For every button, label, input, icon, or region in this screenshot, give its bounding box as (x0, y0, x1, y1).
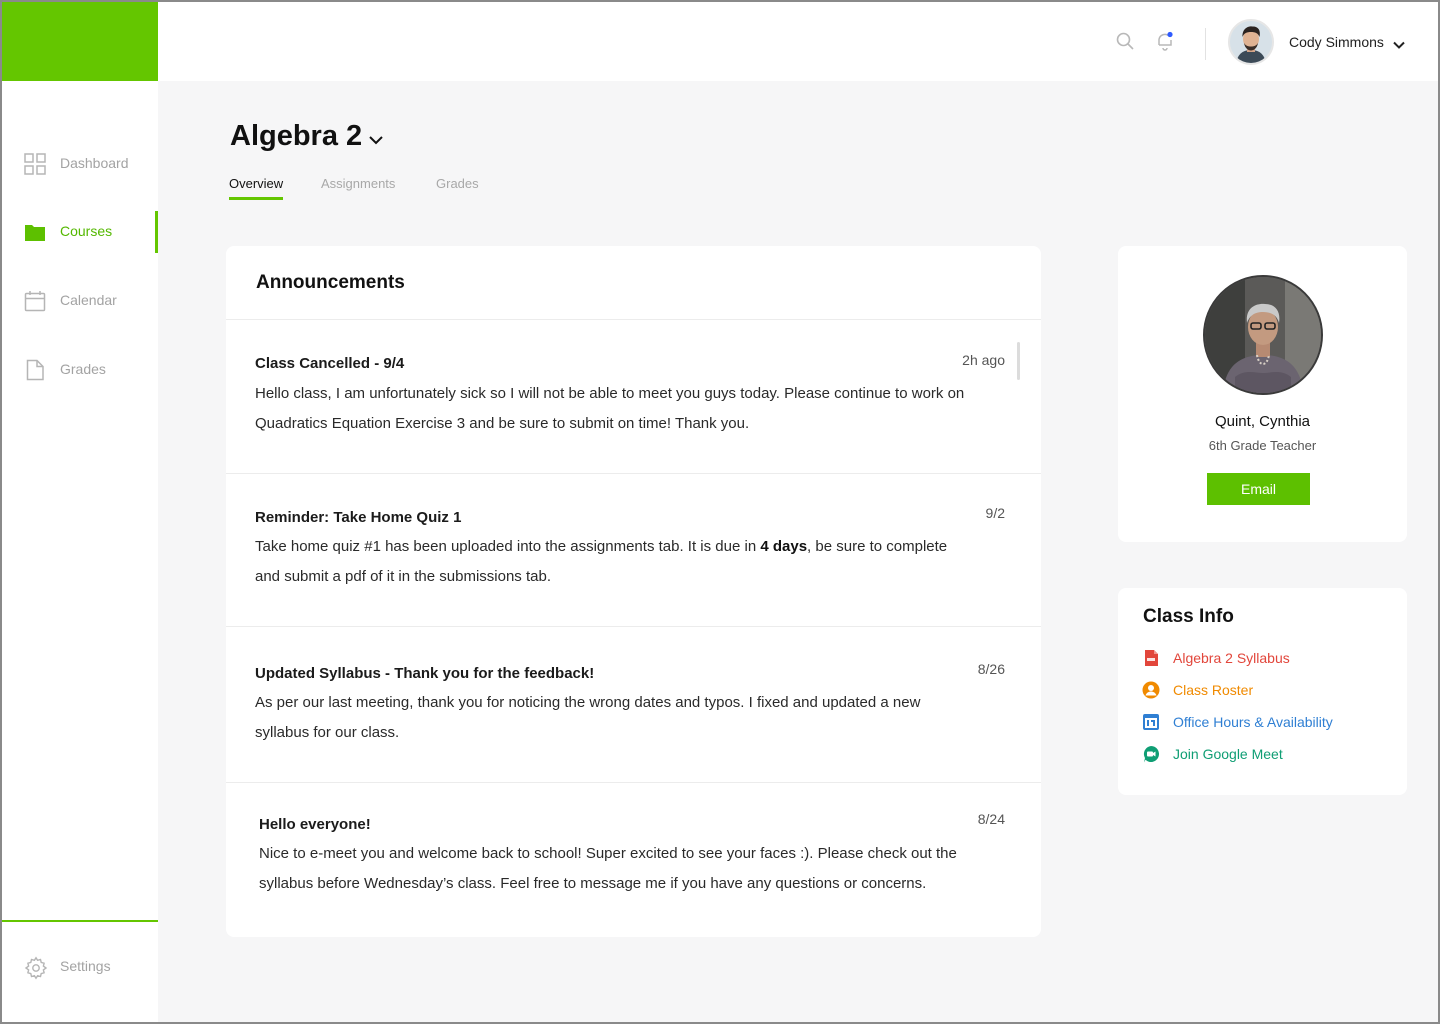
announcement-body: Take home quiz #1 has been uploaded into… (255, 532, 975, 592)
tab-grades[interactable]: Grades (436, 176, 479, 197)
teacher-name: Quint, Cynthia (1214, 413, 1311, 430)
avatar[interactable] (1228, 19, 1274, 65)
class-info-card: Class Info Algebra 2 Syllabus Class Rost… (1118, 588, 1407, 795)
announcement-title: Hello everyone! (259, 816, 371, 833)
calendar-icon (24, 290, 46, 312)
link-label: Office Hours & Availability (1173, 714, 1333, 730)
body-text: Take home quiz #1 has been uploaded into… (255, 538, 761, 555)
sidebar-item-label: Courses (60, 223, 113, 239)
sidebar-item-calendar[interactable]: Calendar (0, 280, 158, 322)
announcement-body: Nice to e-meet you and welcome back to s… (259, 845, 957, 892)
announcement-title: Reminder: Take Home Quiz 1 (255, 509, 462, 526)
announcement-title: Updated Syllabus - Thank you for the fee… (255, 665, 595, 682)
sidebar-item-dashboard[interactable]: Dashboard (0, 143, 158, 185)
link-label: Algebra 2 Syllabus (1173, 650, 1290, 666)
link-label: Join Google Meet (1173, 746, 1283, 762)
announcement-body: Hello class, I am unfortunately sick so … (255, 385, 965, 432)
page-title: Algebra 2 (230, 120, 363, 152)
search-icon[interactable] (1116, 32, 1134, 50)
announcement-item[interactable]: Class Cancelled - 9/4 2h ago Hello class… (226, 320, 1041, 473)
tab-overview[interactable]: Overview (229, 176, 284, 200)
announcement-item[interactable]: Reminder: Take Home Quiz 1 9/2 Take home… (226, 474, 1041, 626)
announcement-time: 8/24 (977, 811, 1005, 827)
google-calendar-icon (1142, 713, 1160, 731)
sidebar-item-label: Calendar (60, 292, 117, 308)
teacher-avatar (1203, 275, 1323, 395)
topbar-divider (1205, 28, 1206, 60)
email-button[interactable]: Email (1207, 473, 1310, 505)
sidebar-item-label: Grades (60, 361, 106, 377)
user-circle-icon (1142, 681, 1160, 699)
class-info-title: Class Info (1143, 606, 1234, 627)
tab-assignments[interactable]: Assignments (321, 176, 395, 197)
teacher-card: Quint, Cynthia 6th Grade Teacher Email (1118, 246, 1407, 542)
settings-label: Settings (60, 958, 111, 974)
gear-icon (24, 956, 48, 980)
sidebar-item-courses[interactable]: Courses (0, 211, 158, 253)
sidebar: Dashboard Courses Calendar Grades Settin… (0, 0, 158, 1024)
announcement-time: 9/2 (985, 505, 1005, 521)
top-bar: Cody Simmons (158, 0, 1440, 81)
settings-divider (0, 920, 158, 922)
grid-icon (24, 153, 46, 175)
announcement-item[interactable]: Updated Syllabus - Thank you for the fee… (226, 627, 1041, 782)
announcement-item[interactable]: Hello everyone! 8/24 Nice to e-meet you … (226, 783, 1041, 937)
folder-icon (24, 221, 46, 243)
sidebar-item-grades[interactable]: Grades (0, 349, 158, 391)
link-label: Class Roster (1173, 682, 1254, 698)
pdf-icon (1142, 649, 1160, 667)
bell-icon[interactable] (1156, 31, 1174, 51)
chevron-down-icon[interactable] (1392, 37, 1406, 49)
google-meet-icon (1142, 745, 1160, 763)
chevron-down-icon[interactable] (368, 133, 384, 145)
announcement-time: 2h ago (962, 352, 1005, 368)
sidebar-item-settings[interactable]: Settings (0, 946, 158, 988)
body-emphasis: 4 days (760, 538, 808, 555)
logo-block (0, 0, 158, 81)
announcement-body: As per our last meeting, thank you for n… (255, 694, 921, 741)
announcement-time: 8/26 (977, 661, 1005, 677)
announcement-title: Class Cancelled - 9/4 (255, 355, 405, 372)
user-name[interactable]: Cody Simmons (1289, 34, 1384, 50)
sidebar-item-label: Dashboard (60, 155, 129, 171)
teacher-role: 6th Grade Teacher (1208, 438, 1317, 453)
announcements-card: Announcements Class Cancelled - 9/4 2h a… (226, 246, 1041, 937)
announcements-title: Announcements (256, 272, 405, 293)
document-icon (24, 359, 46, 381)
